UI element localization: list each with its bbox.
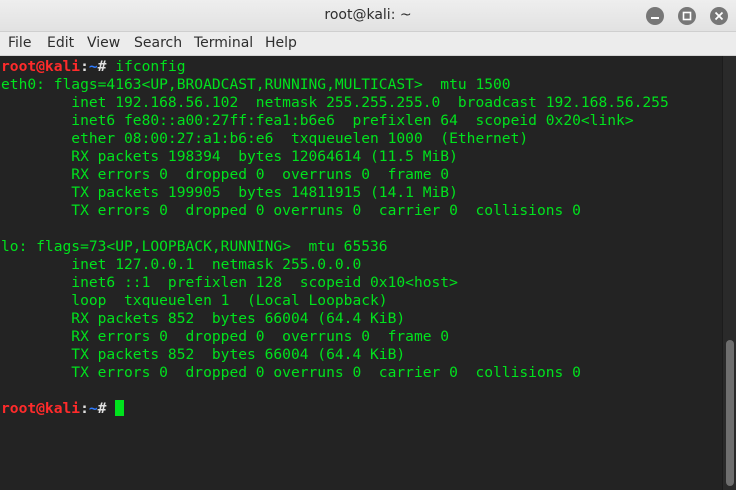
output-line: inet 192.168.56.102 netmask 255.255.255.…: [1, 94, 669, 111]
terminal-area[interactable]: root@kali:~# ifconfig eth0: flags=4163<U…: [0, 56, 722, 490]
menu-search[interactable]: Search: [134, 35, 182, 51]
output-line: TX errors 0 dropped 0 overruns 0 carrier…: [1, 364, 581, 381]
output-line: TX errors 0 dropped 0 overruns 0 carrier…: [1, 202, 581, 219]
close-icon: [714, 11, 724, 21]
output-line: inet6 ::1 prefixlen 128 scopeid 0x10<hos…: [1, 274, 458, 291]
maximize-icon: [682, 11, 692, 21]
menu-file[interactable]: File: [8, 35, 31, 51]
menu-view[interactable]: View: [87, 35, 120, 51]
minimize-button[interactable]: [646, 7, 664, 25]
prompt-separator: :: [80, 400, 89, 417]
text-cursor: [115, 400, 125, 416]
output-line: TX packets 199905 bytes 14811915 (14.1 M…: [1, 184, 458, 201]
output-line: RX errors 0 dropped 0 overruns 0 frame 0: [1, 328, 450, 345]
output-line: inet 127.0.0.1 netmask 255.0.0.0: [1, 256, 362, 273]
title-bar[interactable]: root@kali: ~: [0, 0, 736, 32]
prompt-line: root@kali:~#: [1, 400, 125, 418]
minimize-icon: [651, 17, 659, 19]
command-text: ifconfig: [106, 58, 186, 75]
output-line: ether 08:00:27:a1:b6:e6 txqueuelen 1000 …: [1, 130, 529, 147]
output-line: RX packets 852 bytes 66004 (64.4 KiB): [1, 310, 406, 327]
close-button[interactable]: [710, 7, 728, 25]
menu-help[interactable]: Help: [265, 35, 297, 51]
prompt-user: root@kali: [1, 58, 81, 75]
menu-terminal[interactable]: Terminal: [194, 35, 253, 51]
scrollbar-thumb[interactable]: [726, 340, 734, 486]
output-line: RX packets 198394 bytes 12064614 (11.5 M…: [1, 148, 458, 165]
output-line: loop txqueuelen 1 (Local Loopback): [1, 292, 388, 309]
window-title: root@kali: ~: [324, 7, 412, 23]
output-line: eth0: flags=4163<UP,BROADCAST,RUNNING,MU…: [1, 76, 511, 93]
menu-bar: File Edit View Search Terminal Help: [0, 32, 736, 56]
prompt-user: root@kali: [1, 400, 81, 417]
vertical-scrollbar[interactable]: [722, 56, 736, 490]
output-line: inet6 fe80::a00:27ff:fea1:b6e6 prefixlen…: [1, 112, 634, 129]
menu-edit[interactable]: Edit: [47, 35, 74, 51]
prompt-path: ~: [88, 400, 98, 417]
output-line: RX errors 0 dropped 0 overruns 0 frame 0: [1, 166, 450, 183]
prompt-path: ~: [88, 58, 98, 75]
command-line: root@kali:~# ifconfig: [1, 58, 186, 76]
prompt-separator: :: [80, 58, 89, 75]
output-line: TX packets 852 bytes 66004 (64.4 KiB): [1, 346, 406, 363]
terminal-window: root@kali: ~ File Edit View Search Termi…: [0, 0, 736, 490]
maximize-button[interactable]: [678, 7, 696, 25]
output-line: lo: flags=73<UP,LOOPBACK,RUNNING> mtu 65…: [1, 238, 388, 255]
